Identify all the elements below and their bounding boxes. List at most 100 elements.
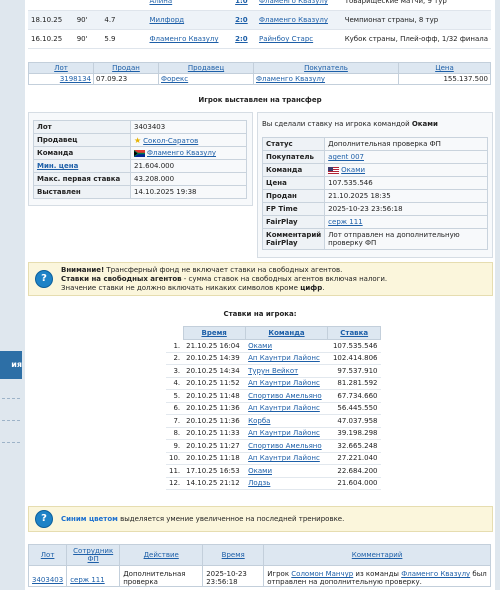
bid-index: 6.	[173, 404, 181, 413]
bid-index: 4.	[173, 379, 181, 388]
player-link[interactable]: Соломон Манчур	[291, 570, 353, 578]
score-link[interactable]: 1:0	[235, 0, 248, 5]
match-row: 16.10.25 90' 5.9 Фламенго Квазулу 2:0 Райнбоу…	[28, 29, 491, 49]
bid-row: 4. 20.10.25 11:52 Ап Каунтри Лайонс 81.281.…	[166, 377, 381, 390]
bid-time: 14.10.25 21:12	[186, 479, 240, 488]
col-team[interactable]: Команда	[244, 326, 329, 340]
question-icon: ?	[35, 510, 53, 528]
bid-team-link[interactable]: Ап Каунтри Лайонс	[248, 404, 320, 412]
max-first-label: Макс. первая ставка	[33, 172, 131, 186]
bid-row: 11. 17.10.25 16:53 Оками 22.684.200	[166, 464, 381, 478]
col-action[interactable]: Действие	[119, 544, 204, 566]
col-bid[interactable]: Ставка	[327, 326, 381, 340]
skill-notice-text: выделяется умение увеличенное на последн…	[117, 515, 345, 523]
bid-index: 8.	[173, 429, 181, 438]
blue-text: Синим цветом	[61, 515, 118, 523]
bid-row: 5. 20.10.25 11:48 Спортиво Амельяно 67.734.…	[166, 389, 381, 403]
history-lot-link[interactable]: 3403403	[32, 576, 63, 584]
col-buyer[interactable]: Покупатель	[253, 62, 399, 74]
bid-row: 7. 20.10.25 11:36 Корба 47.037.958	[166, 414, 381, 428]
seller-link[interactable]: Форекс	[161, 75, 188, 83]
col-employee[interactable]: Сотрудник ФП	[66, 544, 121, 566]
question-icon: ?	[35, 270, 53, 288]
buyer-label: Покупатель	[261, 150, 326, 164]
sold-date: 07.09.23	[93, 73, 159, 85]
tournament: Товарищеские матчи, 9 тур	[344, 0, 447, 5]
bid-time: 20.10.25 11:27	[186, 441, 240, 450]
bid-amount: 27.221.040	[337, 454, 378, 463]
tournament: Кубок страны, Плей-офф, 1/32 финала	[344, 35, 488, 43]
bid-team-link[interactable]: Ап Каунтри Лайонс	[248, 454, 320, 462]
flag-usa-icon	[328, 166, 340, 174]
lot-label: Лот	[33, 120, 131, 134]
bid-row: 3. 20.10.25 14:34 Турун Вейкот 97.537.910	[166, 364, 381, 378]
bid-time: 17.10.25 16:53	[186, 466, 240, 475]
bid-team-link[interactable]: Турун Вейкот	[248, 367, 298, 375]
seller-label: Продавец	[33, 133, 131, 147]
transfer-title: Игрок выставлен на трансфер	[198, 96, 322, 104]
home-team-link[interactable]: Милфорд	[149, 16, 184, 24]
col-sold[interactable]: Продан	[93, 62, 159, 74]
bid-team-link[interactable]: Лодзь	[248, 479, 270, 487]
min-price-link[interactable]: Мин. цена	[37, 162, 78, 170]
team-link[interactable]: Фламенго Квазулу	[401, 570, 470, 578]
bid-time: 20.10.25 11:48	[186, 391, 240, 400]
value-end: .	[322, 284, 325, 292]
bid-time: 20.10.25 11:33	[186, 429, 240, 438]
away-team-link[interactable]: Райнбоу Старс	[259, 35, 313, 43]
left-sidebar: ия	[0, 0, 22, 590]
fairplay-link[interactable]: серж 111	[328, 218, 363, 226]
score-link[interactable]: 2:0	[235, 35, 248, 43]
bids-table: Время Команда Ставка 1. 21.10.25 16:04 Ока…	[166, 326, 381, 490]
history-comment: Игрок Соломон Манчур из команды Фламенго…	[263, 565, 491, 587]
bid-amount: 32.665.248	[337, 441, 378, 450]
divider	[2, 398, 20, 399]
bid-time: 20.10.25 14:39	[186, 354, 240, 363]
bid-team-link[interactable]: Оками	[248, 342, 272, 350]
col-comment[interactable]: Комментарий	[263, 544, 491, 566]
bids-title: Ставки на игрока:	[223, 310, 297, 318]
sidebar-tab[interactable]: ия	[0, 351, 22, 379]
team-link[interactable]: Фламенго Квазулу	[147, 149, 216, 157]
away-team-link[interactable]: Фламенго Квазулу	[259, 0, 328, 5]
bid-team-link[interactable]: Ап Каунтри Лайонс	[248, 354, 320, 362]
col-lot[interactable]: Лот	[28, 62, 94, 74]
col-time[interactable]: Время	[202, 544, 265, 566]
home-team-link[interactable]: Фламенго Квазулу	[149, 35, 218, 43]
col-lot[interactable]: Лот	[27, 544, 68, 566]
seller-team-link[interactable]: Сокол-Саратов	[143, 137, 198, 145]
score-link[interactable]: 2:0	[235, 16, 248, 24]
buyer-link[interactable]: Фламенго Квазулу	[256, 75, 325, 83]
bid-time: 20.10.25 11:36	[186, 404, 240, 413]
bid-index: 9.	[173, 441, 181, 450]
divider	[2, 420, 20, 421]
bid-amount: 21.604.000	[337, 479, 378, 488]
bid-team-link[interactable]: Корба	[248, 417, 270, 425]
bid-team-link[interactable]: Ап Каунтри Лайонс	[248, 429, 320, 437]
bid-time: 20.10.25 11:52	[186, 379, 240, 388]
buyer-link[interactable]: agent 007	[328, 153, 364, 161]
attention-bold: Внимание!	[61, 266, 105, 274]
col-seller[interactable]: Продавец	[158, 62, 254, 74]
tournament: Чемпионат страны, 8 тур	[344, 16, 439, 24]
history-employee-link[interactable]: серж 111	[70, 576, 105, 584]
match-rating: 5.9	[104, 35, 116, 43]
bid-row: 12. 14.10.25 21:12 Лодзь 21.604.000	[166, 477, 381, 490]
fptime-label: FP Time	[261, 202, 326, 216]
bid-team-link[interactable]: Спортиво Амельяно	[248, 392, 322, 400]
home-team-link[interactable]: Алина	[149, 0, 172, 5]
bid-row: 6. 20.10.25 11:36 Ап Каунтри Лайонс 56.445.…	[166, 402, 381, 415]
bid-team-link[interactable]: Спортиво Амельяно	[248, 442, 322, 450]
fairplay-history-table: Лот Сотрудник ФП Действие Время Коммента…	[27, 544, 491, 587]
buyer-team-link[interactable]: Оками	[341, 166, 365, 174]
col-time[interactable]: Время	[182, 326, 246, 340]
status-value: Дополнительная проверка ФП	[324, 137, 488, 151]
col-price[interactable]: Цена	[398, 62, 491, 74]
bid-row: 2. 20.10.25 14:39 Ап Каунтри Лайонс 102.414…	[166, 352, 381, 365]
transfer-notice: ? Внимание! Трансферный фонд не включает…	[28, 262, 493, 296]
bid-team-link[interactable]: Ап Каунтри Лайонс	[248, 379, 320, 387]
divider	[2, 442, 20, 443]
bid-team-link[interactable]: Оками	[248, 467, 272, 475]
away-team-link[interactable]: Фламенго Квазулу	[259, 16, 328, 24]
lot-link[interactable]: 3198134	[60, 75, 91, 83]
